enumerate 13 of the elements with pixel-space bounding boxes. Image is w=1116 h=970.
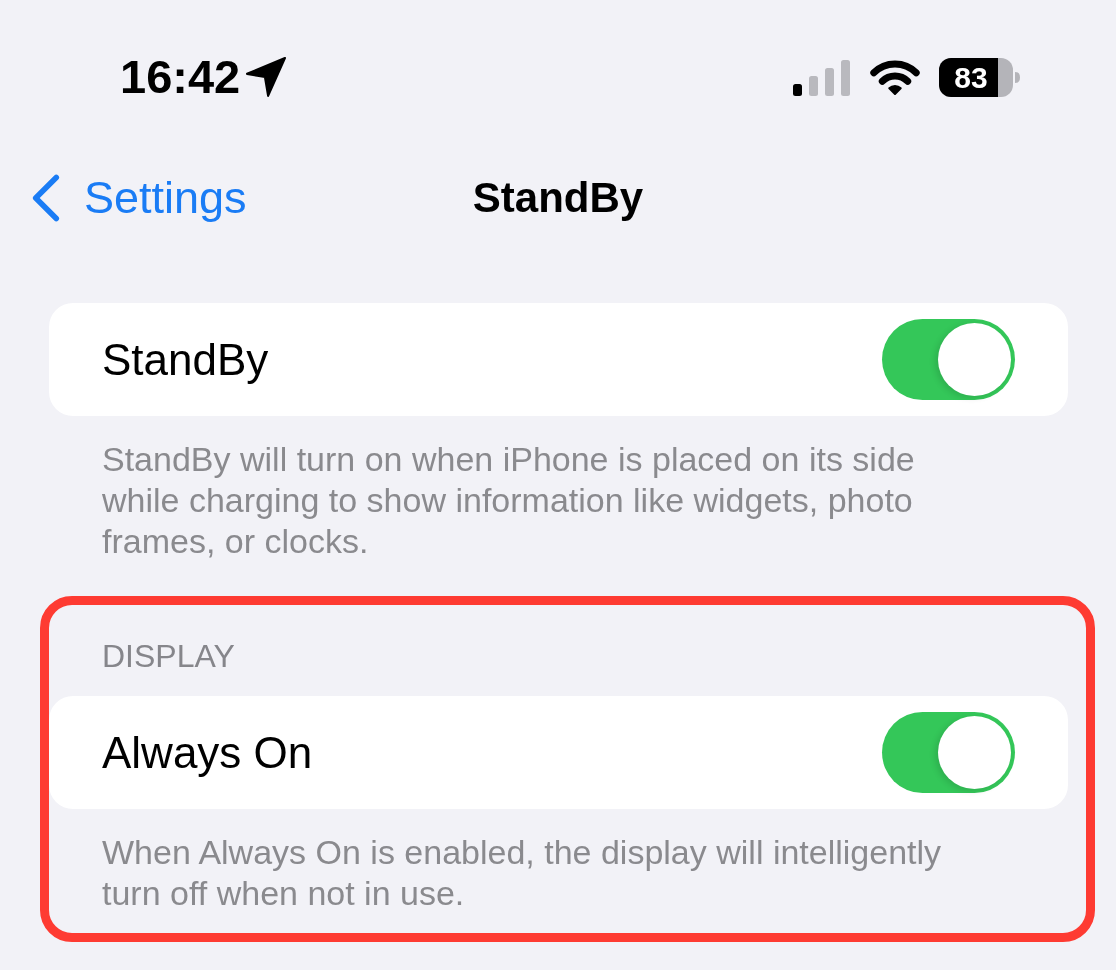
back-button[interactable]: Settings bbox=[32, 170, 247, 226]
location-arrow-icon bbox=[246, 57, 287, 97]
page-title: StandBy bbox=[472, 173, 644, 223]
back-chevron-icon bbox=[32, 173, 60, 223]
signal-bars-icon bbox=[793, 60, 851, 96]
status-time: 16:42 bbox=[120, 52, 241, 102]
section-footer-text: StandBy will turn on when iPhone is placed on its side while charging to show information like widgets, photo frames, or clocks. bbox=[101, 439, 916, 562]
battery-indicator: 83 bbox=[939, 57, 1021, 97]
setting-label: StandBy bbox=[102, 333, 269, 386]
section-footer-text: When Always On is enabled, the display will intelligently turn off when not in use. bbox=[101, 832, 943, 914]
wifi-icon bbox=[870, 59, 920, 95]
setting-label: Always On bbox=[102, 726, 313, 779]
section-header: DISPLAY bbox=[101, 637, 236, 676]
